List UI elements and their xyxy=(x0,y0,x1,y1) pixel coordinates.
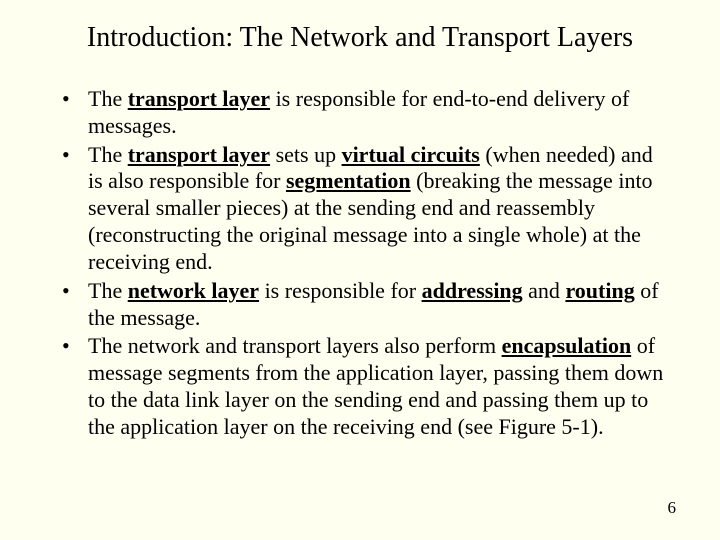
slide-title: Introduction: The Network and Transport … xyxy=(44,22,676,54)
text: is responsible for xyxy=(259,278,422,303)
term-transport-layer: transport layer xyxy=(128,142,270,167)
term-addressing: addressing xyxy=(422,278,523,303)
text: The network and transport layers also pe… xyxy=(88,333,502,358)
list-item: The network and transport layers also pe… xyxy=(62,333,670,440)
list-item: The transport layer sets up virtual circ… xyxy=(62,142,670,276)
term-encapsulation: encapsulation xyxy=(502,333,632,358)
bullet-list: The transport layer is responsible for e… xyxy=(44,86,676,441)
term-network-layer: network layer xyxy=(128,278,259,303)
slide: Introduction: The Network and Transport … xyxy=(0,0,720,540)
text: The xyxy=(88,278,128,303)
page-number: 6 xyxy=(668,498,677,518)
term-transport-layer: transport layer xyxy=(128,86,270,111)
text: The xyxy=(88,142,128,167)
list-item: The transport layer is responsible for e… xyxy=(62,86,670,140)
term-routing: routing xyxy=(565,278,634,303)
list-item: The network layer is responsible for add… xyxy=(62,278,670,332)
text: and xyxy=(523,278,566,303)
text: sets up xyxy=(270,142,342,167)
term-segmentation: segmentation xyxy=(286,168,411,193)
text: The xyxy=(88,86,128,111)
term-virtual-circuits: virtual circuits xyxy=(342,142,480,167)
